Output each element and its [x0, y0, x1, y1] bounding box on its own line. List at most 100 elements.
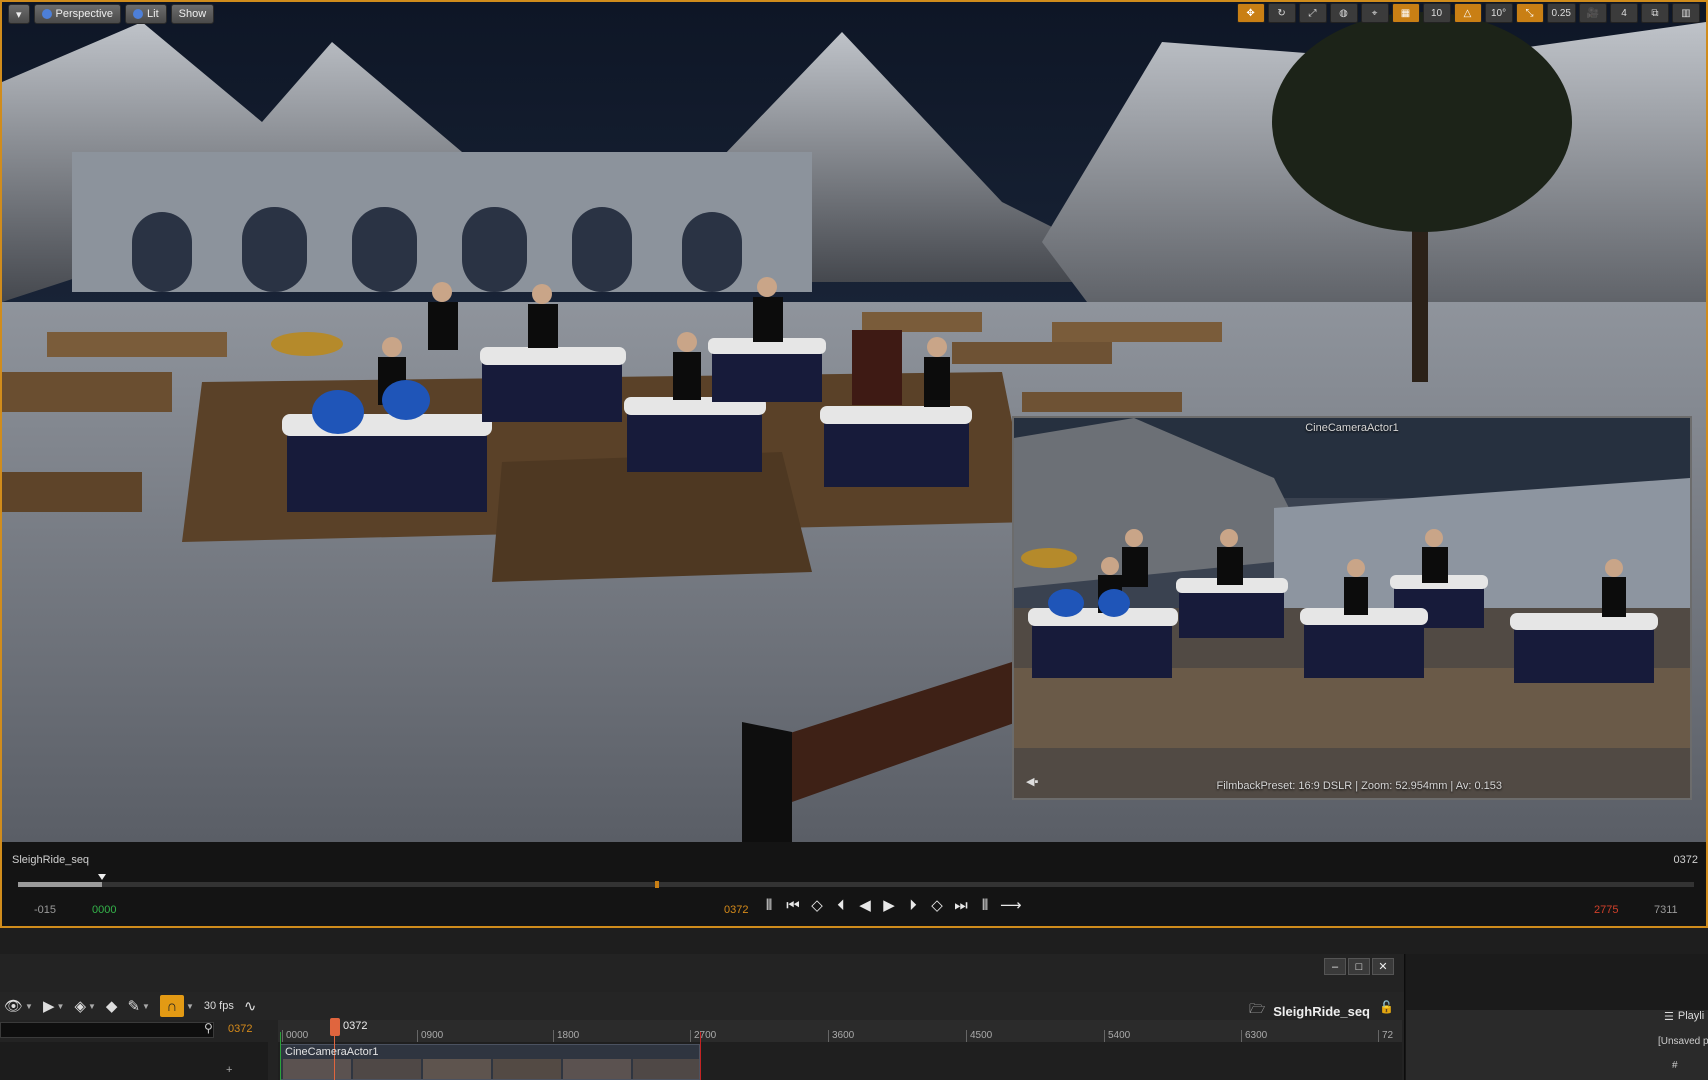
view-end-frame: 7311: [1654, 904, 1678, 916]
grid-snap-value[interactable]: 10: [1422, 3, 1451, 23]
step-back-key-icon[interactable]: ◇: [808, 896, 826, 914]
show-flags-button[interactable]: Show: [170, 4, 215, 24]
perspective-button[interactable]: Perspective: [33, 4, 122, 24]
podium: [287, 427, 487, 512]
current-frame-field[interactable]: 0372: [228, 1023, 252, 1035]
lock-icon[interactable]: 🔓: [1379, 1000, 1394, 1014]
loop-icon[interactable]: ⟶: [1000, 896, 1022, 914]
play-icon[interactable]: ▶: [43, 997, 55, 1015]
table: [952, 342, 1112, 364]
jump-previous-key-icon[interactable]: ⏮: [784, 897, 802, 914]
scale-mode-icon[interactable]: ⤢: [1298, 3, 1327, 23]
sequence-breadcrumb[interactable]: 🗁 SleighRide_seq: [1249, 1000, 1370, 1022]
add-track-icon[interactable]: +: [226, 1064, 232, 1076]
sequence-name-label: SleighRide_seq: [12, 854, 90, 866]
chevron-down-icon[interactable]: ▼: [25, 1002, 33, 1011]
track-label: CineCameraActor1: [285, 1046, 379, 1058]
playback-start-line: [280, 1032, 281, 1080]
ruler-tick: 5400: [1104, 1030, 1130, 1042]
table: [1022, 392, 1182, 412]
camera-preview[interactable]: CineCameraActor1 ◀▪ FilmbackPreset: 16:9…: [1012, 416, 1692, 800]
folder-icon: 🗁: [1249, 1001, 1266, 1016]
thumbnail: [283, 1059, 351, 1079]
speaker-icon[interactable]: ◀▪: [1026, 775, 1038, 788]
play-reverse-icon[interactable]: ◀: [856, 896, 874, 914]
filmback-info: FilmbackPreset: 16:9 DSLR | Zoom: 52.954…: [1216, 780, 1502, 792]
playback-range-end-marker: [654, 881, 659, 888]
step-forward-frame-icon[interactable]: ⏵: [904, 897, 922, 914]
surface-snap-icon[interactable]: ⌖: [1360, 3, 1389, 23]
ruler-tick: 0000: [282, 1030, 308, 1042]
step-forward-key-icon[interactable]: ◇: [928, 896, 946, 914]
viewport-options-button[interactable]: ▾: [8, 4, 30, 24]
track-outliner[interactable]: +: [0, 1042, 268, 1080]
track-area[interactable]: CineCameraActor1: [278, 1042, 1402, 1080]
edit-icon[interactable]: ✎: [127, 997, 140, 1015]
close-button[interactable]: ✕: [1372, 958, 1394, 975]
rotation-snap-icon[interactable]: △: [1453, 3, 1482, 23]
lit-icon: [133, 9, 144, 19]
minimize-button[interactable]: –: [1324, 958, 1346, 975]
transform-toolbar: ✥ ↻ ⤢ ◍ ⌖ ▦ 10 △ 10° ⤡ 0.25 🎥 4 ⧉ ▥: [1236, 2, 1700, 24]
play-icon[interactable]: ▶: [880, 896, 898, 914]
search-input[interactable]: [0, 1022, 214, 1038]
key-icon[interactable]: ◈: [74, 997, 86, 1015]
chevron-down-icon: ▾: [16, 8, 22, 21]
scale-snap-value[interactable]: 0.25: [1546, 3, 1576, 23]
panel-divider: [0, 928, 1708, 954]
playback-end-line: [700, 1032, 701, 1080]
maximize-button[interactable]: □: [1348, 958, 1370, 975]
chevron-down-icon[interactable]: ▼: [186, 1002, 194, 1011]
layout-icon[interactable]: ▥: [1672, 3, 1700, 23]
sequencer-panel: – □ ✕ 👁 ▼ ▶ ▼ ◈ ▼ ◆ ✎ ▼ ∩ ▼ 30 fps ∿ 🗁 S…: [0, 954, 1405, 1080]
grid-snap-icon[interactable]: ▦: [1391, 3, 1420, 23]
thumbnail: [563, 1059, 631, 1079]
jump-next-key-icon[interactable]: ⏭: [952, 897, 970, 914]
podium: [627, 407, 762, 472]
view-start-frame: -015: [34, 904, 57, 916]
perspective-icon: [41, 9, 52, 19]
drum: [382, 380, 430, 420]
world-space-icon[interactable]: ◍: [1329, 3, 1358, 23]
timeline-ruler[interactable]: 0000 0900 1800 2700 3600 4500 5400 6300 …: [278, 1020, 1402, 1042]
search-icon[interactable]: ⚲: [204, 1021, 213, 1035]
camera-cut-section[interactable]: CineCameraActor1: [280, 1044, 700, 1080]
fps-dropdown[interactable]: 30 fps: [204, 1000, 234, 1012]
list-icon: ☰: [1664, 1011, 1674, 1023]
step-back-frame-icon[interactable]: ⏴: [832, 897, 850, 914]
scrub-bar[interactable]: [18, 874, 1694, 888]
snap-magnet-icon[interactable]: ∩: [159, 995, 184, 1017]
maximize-viewport-icon[interactable]: ⧉: [1641, 3, 1669, 23]
rotation-snap-value[interactable]: 10°: [1484, 3, 1513, 23]
thumbnail: [493, 1059, 561, 1079]
select-mode-icon[interactable]: ✥: [1236, 3, 1265, 23]
cymbal: [271, 332, 343, 356]
view-mode-button[interactable]: Lit: [125, 4, 167, 24]
level-viewport[interactable]: ▾ Perspective Lit Show ✥ ↻ ⤢ ◍ ⌖ ▦ 10 △ …: [0, 0, 1708, 928]
auto-key-icon[interactable]: ◆: [106, 997, 118, 1015]
chevron-down-icon[interactable]: ▼: [88, 1002, 96, 1011]
playhead[interactable]: [330, 1018, 340, 1036]
playback-controls: ⦀ ⏮ ◇ ⏴ ◀ ▶ ⏵ ◇ ⏭ ⦀ ⟶: [760, 896, 1022, 915]
camera-speed-icon[interactable]: 🎥: [1579, 3, 1607, 23]
scrub-playhead[interactable]: [97, 874, 106, 880]
podium: [712, 347, 822, 402]
chevron-down-icon[interactable]: ▼: [57, 1002, 65, 1011]
eye-icon[interactable]: 👁: [4, 997, 23, 1015]
camera-speed-value[interactable]: 4: [1610, 3, 1638, 23]
ruler-tick: 2700: [690, 1030, 716, 1042]
jump-to-end-icon[interactable]: ⦀: [976, 897, 994, 914]
current-frame-field[interactable]: 0372: [724, 904, 748, 916]
chevron-down-icon[interactable]: ▼: [142, 1002, 150, 1011]
curve-editor-icon[interactable]: ∿: [244, 997, 257, 1015]
rotate-mode-icon[interactable]: ↻: [1267, 3, 1296, 23]
table: [2, 372, 172, 412]
column-header-number: #: [1672, 1060, 1678, 1071]
jump-to-start-icon[interactable]: ⦀: [760, 897, 778, 914]
thumbnail: [633, 1059, 699, 1079]
podium: [482, 357, 622, 422]
tab-playlist[interactable]: ☰ Playli: [1664, 1010, 1704, 1023]
scale-snap-icon[interactable]: ⤡: [1515, 3, 1544, 23]
table: [47, 332, 227, 357]
playback-end-frame: 2775: [1594, 904, 1619, 916]
